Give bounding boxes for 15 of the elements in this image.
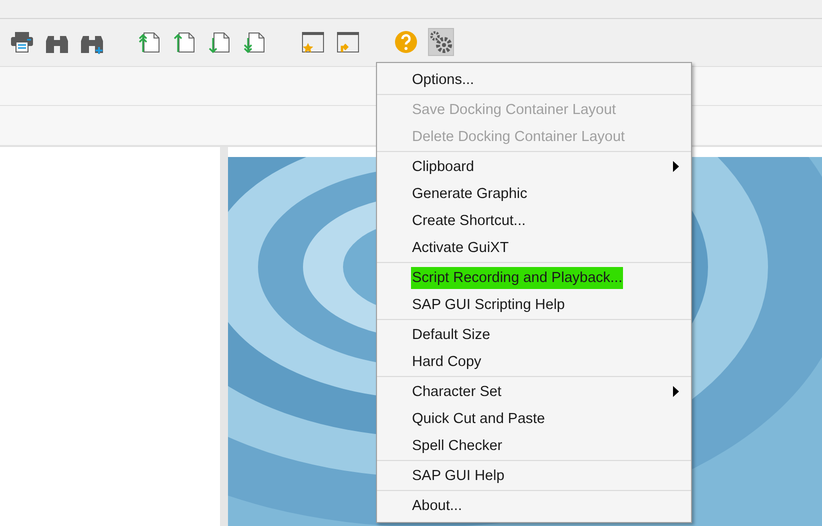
menu-item[interactable]: About... (411, 494, 463, 516)
menu-item[interactable]: SAP GUI Scripting Help (411, 294, 566, 316)
menu-item[interactable]: Spell Checker (411, 434, 504, 456)
menu-item[interactable]: Options... (411, 68, 476, 90)
menu-item[interactable]: Create Shortcut... (411, 210, 527, 232)
menu-item[interactable]: Quick Cut and Paste (411, 408, 546, 430)
menu-item[interactable]: Character Set (411, 380, 502, 402)
settings-icon[interactable] (428, 28, 454, 56)
menu-item[interactable]: SAP GUI Help (411, 464, 506, 486)
menu-item[interactable]: Activate GuiXT (411, 236, 510, 258)
menu-item[interactable]: Script Recording and Playback... (411, 266, 624, 288)
menu-item[interactable]: Default Size (411, 324, 492, 346)
menu-item[interactable]: Hard Copy (411, 350, 482, 372)
menu-item[interactable]: Clipboard (411, 156, 476, 178)
menu-item[interactable]: Generate Graphic (411, 182, 528, 204)
